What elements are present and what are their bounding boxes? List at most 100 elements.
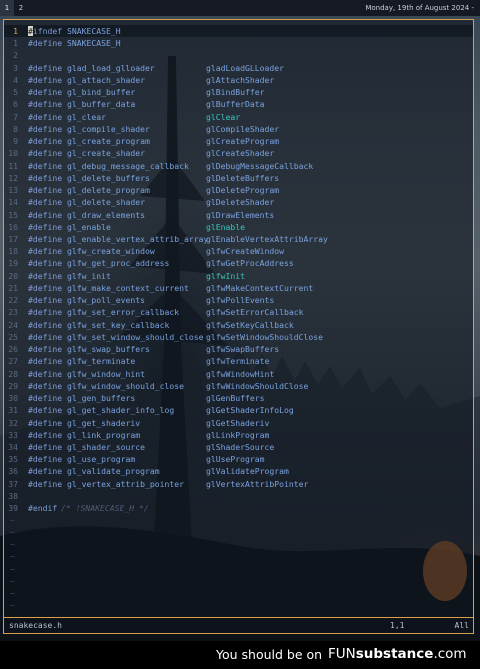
macro-value: glCreateShader [206,148,275,159]
code-line[interactable]: 14 #define gl_delete_shader glDeleteShader [4,196,473,208]
line-number: 39 [8,503,18,514]
macro-name: glfw_init [67,270,111,281]
code-line[interactable]: 12 #define gl_delete_buffers glDeleteBuffer… [4,172,473,184]
watermark: You should be on FUNsubstance.com [0,641,480,669]
preprocessor-keyword: #define [28,478,63,489]
code-line[interactable]: 39 #endif/* !SNAKECASE_H */ [4,502,473,514]
code-line[interactable]: 38 [4,490,473,502]
watermark-brand[interactable]: FUNsubstance.com [328,646,467,662]
code-line[interactable]: 21 #define glfw_make_context_current glfwMa… [4,282,473,294]
macro-name: glfw_create_window [67,246,155,257]
vim-editor-window[interactable]: 1 #ifndef SNAKECASE_H 1 #define SNAKECASE_H 2 3… [3,19,474,634]
code-line[interactable]: 9 #define gl_create_program glCreateProgram [4,135,473,147]
preprocessor-keyword: #define [28,87,63,98]
preprocessor-keyword: #define [28,454,63,465]
line-number: 30 [8,393,18,404]
code-line[interactable]: 23 #define glfw_set_error_callback glfwSetE… [4,306,473,318]
macro-name: glfw_set_window_should_close [67,331,204,342]
code-line[interactable]: 24 #define glfw_set_key_callback glfwSetKey… [4,319,473,331]
code-line[interactable]: 18 #define glfw_create_window glfwCreateWin… [4,245,473,257]
line-number: 5 [13,87,18,98]
code-line[interactable]: 2 [4,49,473,61]
tilde-marker-icon: ~ [10,514,15,525]
preprocessor-keyword: #define [28,160,63,171]
preprocessor-keyword: #define [28,380,63,391]
code-line[interactable]: 11 #define gl_debug_message_callback glDebu… [4,160,473,172]
code-line[interactable]: 32 #define gl_get_shaderiv glGetShaderiv [4,417,473,429]
code-line[interactable]: 28 #define glfw_window_hint glfwWindowHint [4,368,473,380]
current-code-line[interactable]: 1 #ifndef SNAKECASE_H [4,25,473,38]
macro-name: gl_enable_vertex_attrib_array [67,233,209,244]
preprocessor-keyword: #define [28,38,63,49]
code-line[interactable]: 4 #define gl_attach_shader glAttachShader [4,74,473,86]
code-line[interactable]: 1 #define SNAKECASE_H [4,37,473,49]
macro-name: gl_link_program [67,429,141,440]
macro-value: glCompileShader [206,123,280,134]
code-line[interactable]: 5 #define gl_bind_buffer glBindBuffer [4,86,473,98]
code-line[interactable]: 30 #define gl_gen_buffers glGenBuffers [4,392,473,404]
macro-value: glClear [206,111,241,122]
preprocessor-keyword: #define [28,148,63,159]
preprocessor-keyword: #define [28,258,63,269]
code-line[interactable]: 34 #define gl_shader_source glShaderSource [4,441,473,453]
brand-light: FUN [328,646,356,662]
code-line[interactable]: 15 #define gl_draw_elements glDrawElements [4,209,473,221]
tilde-marker-icon: ~ [10,551,15,562]
code-line[interactable]: 16 #define gl_enable glEnable [4,221,473,233]
editor-buffer[interactable]: 1 #ifndef SNAKECASE_H 1 #define SNAKECASE_H 2 3… [4,25,473,514]
code-line[interactable]: 27 #define glfw_terminate glfwTerminate [4,355,473,367]
code-line[interactable]: 6 #define gl_buffer_data glBufferData [4,98,473,110]
macro-name: gl_create_shader [67,148,145,159]
macro-name: gl_attach_shader [67,74,145,85]
preprocessor-keyword: #define [28,282,63,293]
workspace-2-button[interactable]: 2 [14,0,28,16]
line-number: 3 [13,62,18,73]
line-number: 29 [8,380,18,391]
line-number: 13 [8,185,18,196]
code-line[interactable]: 7 #define gl_clear glClear [4,111,473,123]
line-number: 21 [8,282,18,293]
macro-value: glfwMakeContextCurrent [206,282,314,293]
clock: Monday, 19th of August 2024 - [365,4,474,12]
macro-name: gl_create_program [67,136,150,147]
macro-name: glfw_make_context_current [67,282,189,293]
macro-name: gl_delete_buffers [67,172,150,183]
macro-value: glCreateProgram [206,136,280,147]
code-line[interactable]: 13 #define gl_delete_program glDeleteProgra… [4,184,473,196]
macro-name: gl_draw_elements [67,209,145,220]
workspace-1-button[interactable]: 1 [0,0,14,16]
preprocessor-keyword: #define [28,270,63,281]
code-line[interactable]: 8 #define gl_compile_shader glCompileShader [4,123,473,135]
code-line[interactable]: 36 #define gl_validate_program glValidatePr… [4,465,473,477]
code-line[interactable]: 31 #define gl_get_shader_info_log glGetShad… [4,404,473,416]
preprocessor-keyword: #define [28,172,63,183]
tilde-marker-icon: ~ [10,600,15,611]
preprocessor-keyword: #define [28,368,63,379]
tilde-marker-icon: ~ [10,526,15,537]
code-line[interactable]: 33 #define gl_link_program glLinkProgram [4,429,473,441]
line-number: 8 [13,123,18,134]
code-line[interactable]: 35 #define gl_use_program glUseProgram [4,453,473,465]
code-line[interactable]: 26 #define glfw_swap_buffers glfwSwapBuffer… [4,343,473,355]
tilde-marker-icon: ~ [10,563,15,574]
tilde-marker-icon: ~ [10,588,15,599]
macro-value: glfwInit [206,270,245,281]
macro-name: glfw_terminate [67,356,136,367]
line-number: 38 [8,490,18,501]
code-line[interactable]: 19 #define glfw_get_proc_address glfwGetPro… [4,257,473,269]
line-number: 9 [13,136,18,147]
macro-value: glBindBuffer [206,87,265,98]
macro-name: glad_load_glloader [67,62,155,73]
code-line[interactable]: 20 #define glfw_init glfwInit [4,270,473,282]
code-line[interactable]: 25 #define glfw_set_window_should_close glf… [4,331,473,343]
code-line[interactable]: 3 #define glad_load_glloader gladLoadGLLoad… [4,62,473,74]
code-line[interactable]: 29 #define glfw_window_should_close glfwWin… [4,380,473,392]
code-line[interactable]: 10 #define gl_create_shader glCreateShader [4,147,473,159]
macro-name: glfw_swap_buffers [67,344,150,355]
macro-value: glLinkProgram [206,429,270,440]
code-line[interactable]: 22 #define glfw_poll_events glfwPollEvents [4,294,473,306]
code-line[interactable]: 17 #define gl_enable_vertex_attrib_array gl… [4,233,473,245]
macro-value: gladLoadGLLoader [206,62,284,73]
code-line[interactable]: 37 #define gl_vertex_attrib_pointer glVerte… [4,478,473,490]
preprocessor-keyword: #ifndef [28,25,62,37]
